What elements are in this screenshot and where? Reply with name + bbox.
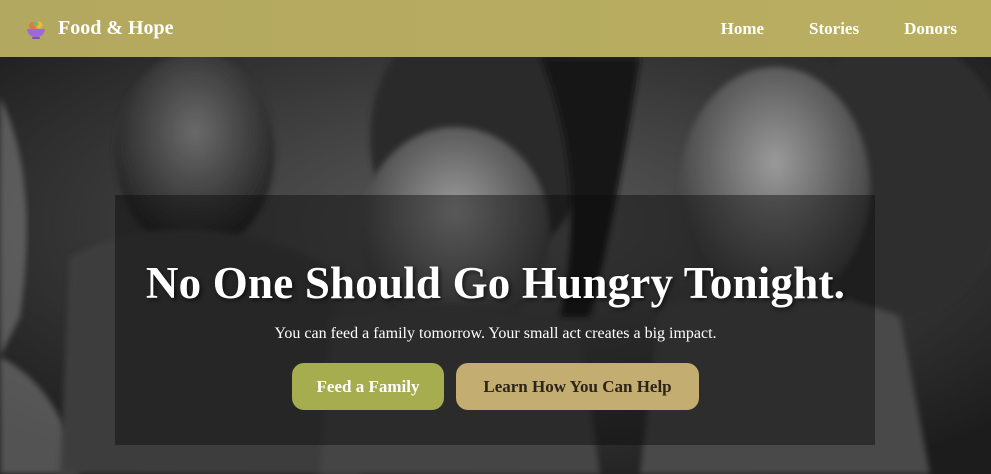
food-bowl-icon: [24, 17, 48, 41]
main-nav: Home Stories Donors: [721, 19, 957, 39]
hero-title: No One Should Go Hungry Tonight.: [145, 258, 846, 308]
nav-donors[interactable]: Donors: [904, 19, 957, 39]
hero-subtitle: You can feed a family tomorrow. Your sma…: [274, 325, 717, 342]
hero-content: No One Should Go Hungry Tonight. You can…: [0, 257, 991, 410]
hero-section: No One Should Go Hungry Tonight. You can…: [0, 57, 991, 474]
site-header: Food & Hope Home Stories Donors: [0, 0, 991, 57]
nav-home[interactable]: Home: [721, 19, 764, 39]
nav-stories[interactable]: Stories: [809, 19, 859, 39]
brand-name: Food & Hope: [58, 17, 174, 39]
cta-row: Feed a Family Learn How You Can Help: [0, 363, 991, 410]
learn-how-to-help-button[interactable]: Learn How You Can Help: [456, 363, 699, 410]
brand[interactable]: Food & Hope: [24, 17, 174, 41]
feed-a-family-button[interactable]: Feed a Family: [292, 363, 444, 410]
